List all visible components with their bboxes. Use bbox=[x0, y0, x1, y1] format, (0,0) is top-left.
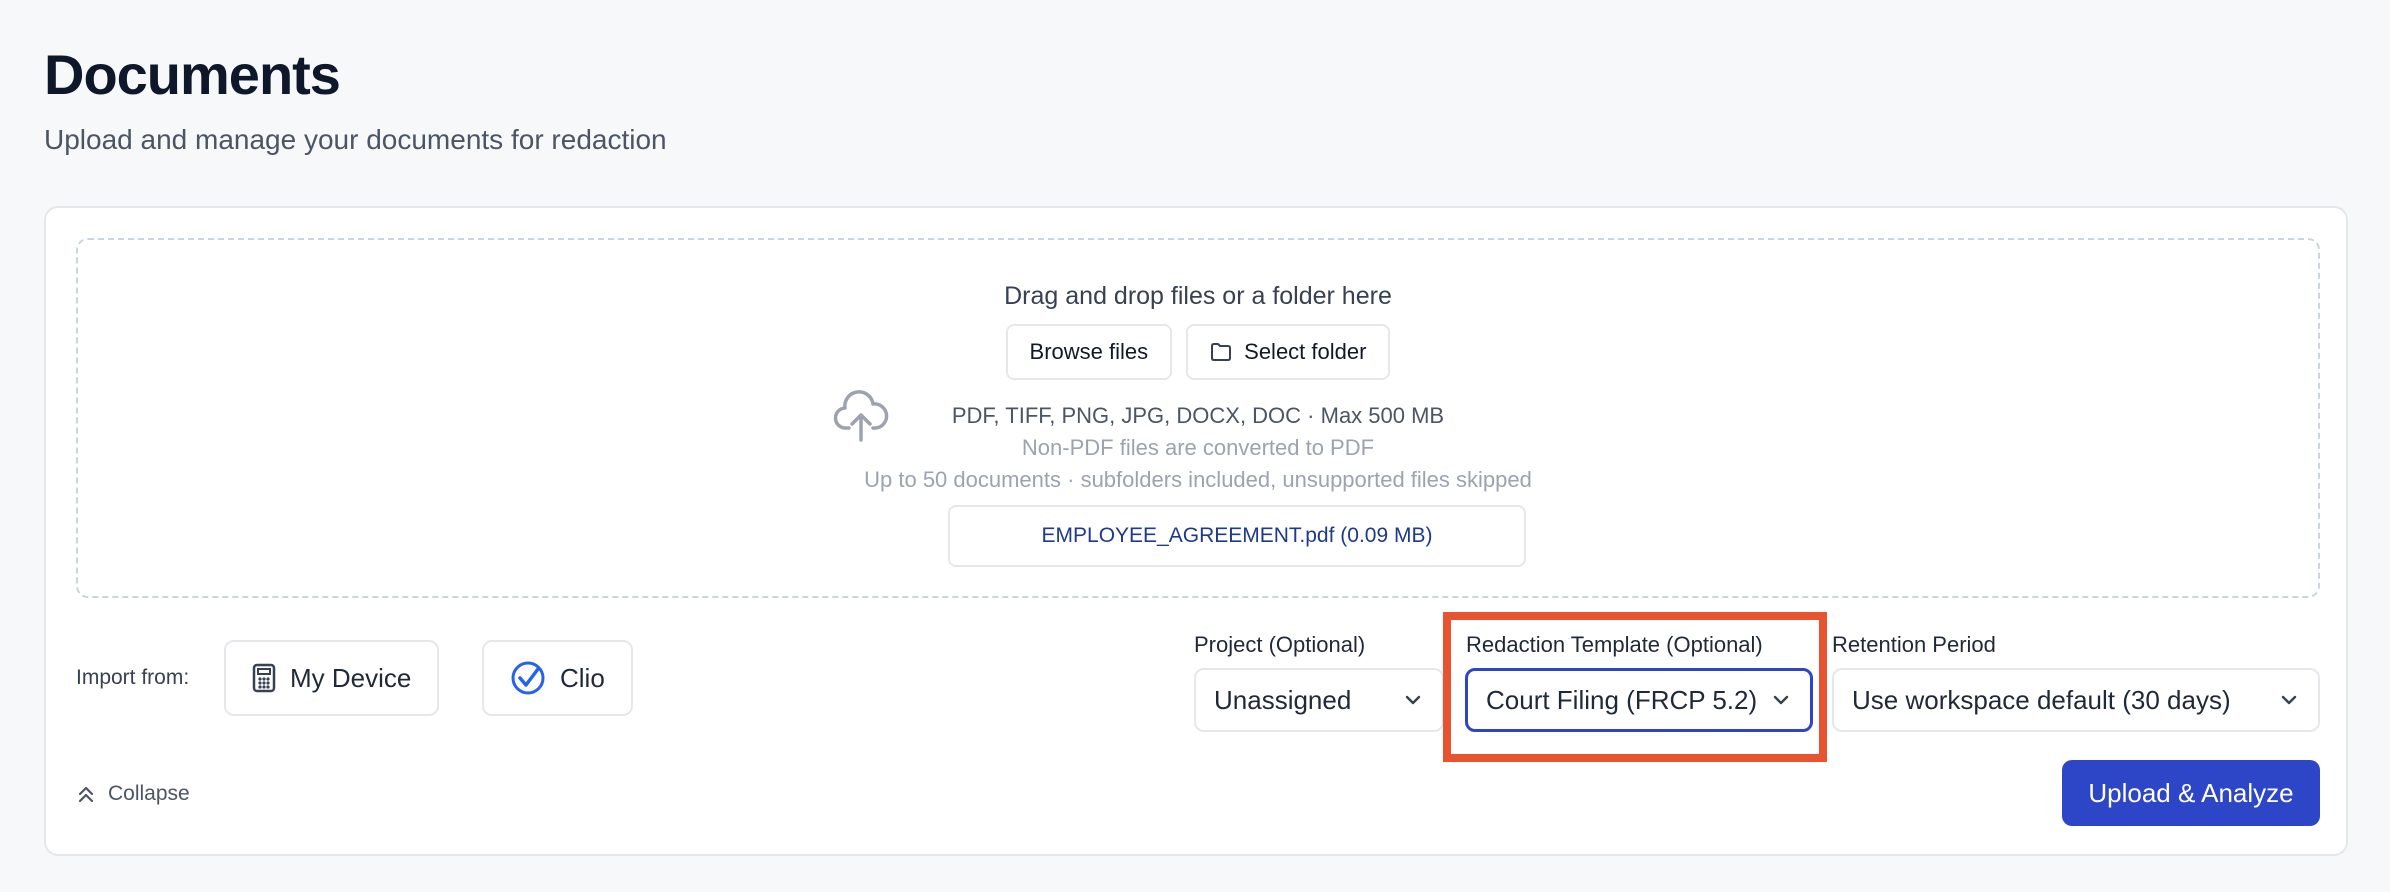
supported-formats-text: PDF, TIFF, PNG, JPG, DOCX, DOC · Max 500… bbox=[951, 403, 1445, 428]
template-select-value: Court Filing (FRCP 5.2) bbox=[1486, 684, 1758, 715]
chevron-down-icon bbox=[2281, 695, 2297, 705]
upload-card: Drag and drop files or a folder here Bro… bbox=[44, 206, 2348, 856]
chevrons-up-icon bbox=[78, 786, 94, 803]
clio-check-icon bbox=[511, 661, 545, 695]
page-title: Documents bbox=[44, 43, 341, 106]
project-select-value: Unassigned bbox=[1214, 684, 1352, 715]
selected-file-name: EMPLOYEE_AGREEMENT.pdf (0.09 MB) bbox=[1041, 524, 1433, 547]
dropzone-heading: Drag and drop files or a folder here bbox=[1004, 282, 1392, 310]
select-folder-label: Select folder bbox=[1244, 339, 1367, 364]
template-label: Redaction Template (Optional) bbox=[1466, 632, 1763, 657]
page-subtitle: Upload and manage your documents for red… bbox=[44, 124, 667, 155]
import-my-device-button[interactable]: My Device bbox=[224, 640, 440, 716]
retention-select[interactable]: Use workspace default (30 days) bbox=[1832, 668, 2320, 732]
project-select[interactable]: Unassigned bbox=[1194, 668, 1444, 732]
clio-label: Clio bbox=[560, 662, 605, 693]
selected-file-chip[interactable]: EMPLOYEE_AGREEMENT.pdf (0.09 MB) bbox=[948, 505, 1526, 567]
limits-note: Up to 50 documents · subfolders included… bbox=[864, 467, 1532, 492]
upload-analyze-label: Upload & Analyze bbox=[2088, 777, 2294, 808]
chevron-down-icon bbox=[1405, 695, 1421, 705]
folder-icon bbox=[1211, 343, 1232, 361]
retention-label: Retention Period bbox=[1832, 632, 1996, 657]
retention-select-value: Use workspace default (30 days) bbox=[1852, 684, 2231, 715]
collapse-label: Collapse bbox=[108, 782, 190, 805]
import-from-label: Import from: bbox=[76, 666, 190, 689]
browse-files-label: Browse files bbox=[1029, 339, 1149, 364]
browse-files-button[interactable]: Browse files bbox=[1005, 324, 1173, 380]
project-label: Project (Optional) bbox=[1194, 632, 1366, 657]
import-clio-button[interactable]: Clio bbox=[482, 640, 633, 716]
calculator-device-icon bbox=[252, 663, 276, 693]
collapse-button[interactable]: Collapse bbox=[76, 782, 190, 806]
my-device-label: My Device bbox=[290, 662, 412, 693]
upload-analyze-button[interactable]: Upload & Analyze bbox=[2062, 760, 2320, 826]
chevron-down-icon bbox=[1773, 695, 1789, 705]
template-select[interactable]: Court Filing (FRCP 5.2) bbox=[1465, 668, 1813, 732]
conversion-note: Non-PDF files are converted to PDF bbox=[1021, 435, 1375, 460]
select-folder-button[interactable]: Select folder bbox=[1186, 324, 1391, 380]
file-dropzone[interactable]: Drag and drop files or a folder here Bro… bbox=[76, 238, 2320, 598]
